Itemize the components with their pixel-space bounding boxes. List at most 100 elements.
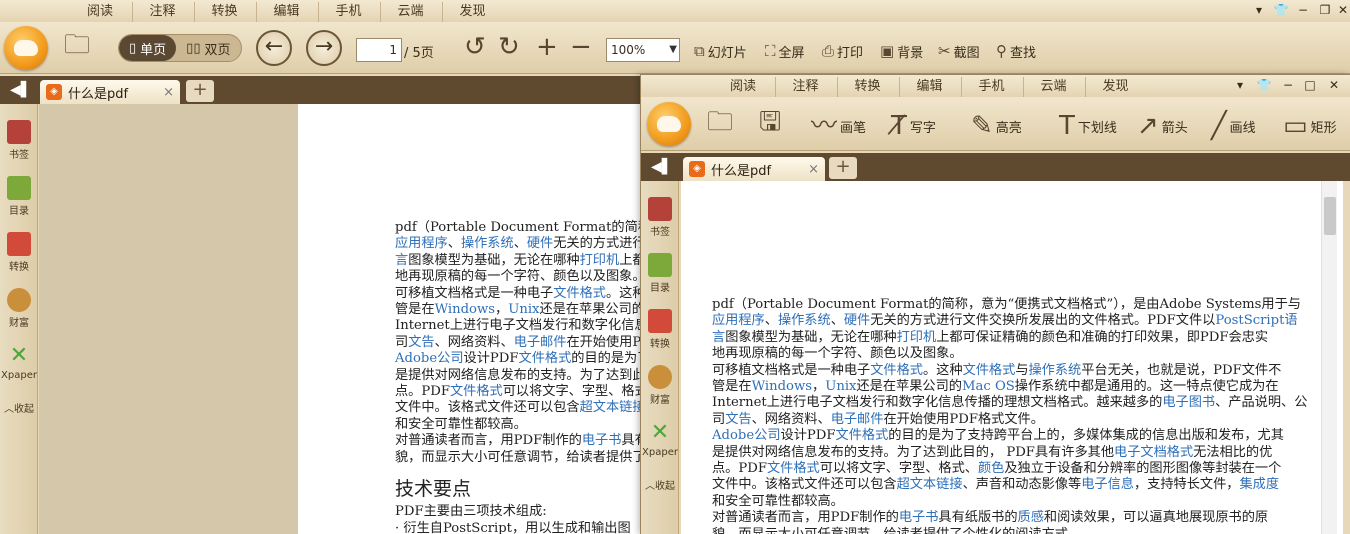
skin-icon[interactable]: 👕 — [1255, 76, 1273, 94]
hyperlink[interactable]: 操作系统 — [778, 313, 831, 328]
hyperlink[interactable]: Windows — [752, 379, 812, 394]
write-button[interactable]: T̸ 写字 — [891, 113, 936, 139]
hyperlink[interactable]: 电子文档格式 — [1114, 445, 1193, 460]
menu-mobile[interactable]: 手机 — [318, 2, 378, 22]
hyperlink[interactable]: 电子图书 — [1162, 395, 1215, 410]
hyperlink[interactable]: 文件格式 — [963, 363, 1016, 378]
sidebar-item-collapse[interactable]: ︿收起 — [0, 400, 38, 415]
arrow-button[interactable]: ↗ 箭头 — [1137, 113, 1188, 139]
sidebar-item-bookmarks[interactable]: 书签 — [641, 197, 679, 238]
menu-convert[interactable]: 转换 — [194, 2, 254, 22]
app-logo-icon[interactable] — [4, 26, 48, 70]
slideshow-button[interactable]: ⧉ 幻灯片 — [694, 42, 747, 62]
hyperlink[interactable]: 电子书 — [582, 433, 622, 448]
hyperlink[interactable]: 硬件 — [527, 236, 553, 251]
menu-read[interactable]: 阅读 — [713, 77, 773, 97]
minimize-icon[interactable]: − — [1294, 1, 1312, 19]
print-button[interactable]: ⎙ 打印 — [822, 42, 863, 62]
hyperlink[interactable]: 应用程序 — [712, 313, 765, 328]
app-logo-icon[interactable] — [647, 102, 691, 146]
sidebar-item-toc[interactable]: 目录 — [641, 253, 679, 294]
sidebar-item-wealth[interactable]: 财富 — [0, 288, 38, 329]
menu-annotate[interactable]: 注释 — [775, 77, 835, 97]
hyperlink[interactable]: Unix — [825, 379, 856, 394]
minimize-icon[interactable]: − — [1279, 76, 1297, 94]
background-button[interactable]: ▣ 背景 — [880, 42, 923, 62]
save-button[interactable]: 🖫 — [759, 109, 781, 135]
hyperlink[interactable]: Adobe公司 — [395, 351, 464, 366]
hyperlink[interactable]: 电子邮件 — [831, 412, 884, 427]
hyperlink[interactable]: 颜色 — [978, 461, 1004, 476]
hyperlink[interactable]: 文告 — [408, 335, 434, 350]
collapse-panel-icon[interactable]: ◀▌ — [10, 82, 32, 98]
hyperlink[interactable]: 质感 — [1018, 510, 1044, 525]
new-tab-button[interactable]: + — [186, 80, 214, 102]
open-folder-button[interactable]: 🗀 — [707, 109, 733, 135]
hyperlink[interactable]: 硬件 — [844, 313, 870, 328]
find-button[interactable]: ⚲ 查找 — [996, 42, 1036, 62]
hyperlink[interactable]: 打印机 — [580, 253, 620, 268]
sidebar-item-convert[interactable]: 转换 — [0, 232, 38, 273]
hyperlink[interactable]: 言 — [712, 330, 725, 345]
menu-discover[interactable]: 发现 — [442, 2, 502, 22]
rotate-left-button[interactable]: ↺ — [464, 34, 486, 60]
zoom-select[interactable]: 100% ▼ — [606, 38, 680, 62]
double-page-button[interactable]: ▯▯ 双页 — [176, 35, 240, 61]
page-number-input[interactable]: 1 — [356, 38, 402, 62]
hyperlink[interactable]: Unix — [508, 302, 539, 317]
open-folder-button[interactable]: 🗀 — [64, 32, 90, 58]
sidebar-item-bookmarks[interactable]: 书签 — [0, 120, 38, 161]
underline-button[interactable]: T 下划线 — [1059, 113, 1117, 139]
rotate-right-button[interactable]: ↻ — [498, 34, 520, 60]
fullscreen-button[interactable]: ⛶ 全屏 — [765, 42, 805, 62]
sidebar-item-xpaper[interactable]: ✕ Xpaper — [641, 421, 679, 459]
document-page[interactable]: pdf（Portable Document Format的简称，意为“便携式文档… — [681, 181, 1343, 534]
hyperlink[interactable]: 超文本链接 — [580, 400, 640, 415]
sidebar-item-toc[interactable]: 目录 — [0, 176, 38, 217]
hyperlink[interactable]: 文件格式 — [553, 286, 606, 301]
close-icon[interactable]: ✕ — [1334, 1, 1350, 19]
menu-edit[interactable]: 编辑 — [256, 2, 316, 22]
hyperlink[interactable]: 电子信息 — [1081, 477, 1134, 492]
tab-document[interactable]: ◈ 什么是pdf × — [683, 157, 825, 181]
hyperlink[interactable]: 应用程序 — [395, 236, 448, 251]
hyperlink[interactable]: 操作系统 — [461, 236, 514, 251]
hyperlink[interactable]: Windows — [435, 302, 495, 317]
collapse-panel-icon[interactable]: ◀▌ — [651, 159, 673, 175]
tab-document[interactable]: ◈ 什么是pdf × — [40, 80, 180, 104]
menu-cloud[interactable]: 云端 — [380, 2, 440, 22]
pen-button[interactable]: 〰画笔 — [811, 113, 866, 139]
line-button[interactable]: ╱ 画线 — [1211, 113, 1256, 139]
zoom-out-button[interactable]: − — [570, 34, 592, 60]
hyperlink[interactable]: 打印机 — [897, 330, 937, 345]
screenshot-button[interactable]: ✂ 截图 — [938, 42, 980, 62]
hyperlink[interactable]: 文件格式 — [836, 428, 889, 443]
menu-mobile[interactable]: 手机 — [961, 77, 1021, 97]
single-page-button[interactable]: ▯ 单页 — [119, 35, 177, 61]
hyperlink[interactable]: 操作系统 — [1029, 363, 1082, 378]
new-tab-button[interactable]: + — [829, 157, 857, 179]
hyperlink[interactable]: Mac OS — [962, 379, 1015, 394]
prev-page-button[interactable]: ← — [256, 30, 292, 66]
hyperlink[interactable]: 电子邮件 — [514, 335, 567, 350]
scrollbar-thumb[interactable] — [1324, 197, 1336, 235]
sidebar-item-convert[interactable]: 转换 — [641, 309, 679, 350]
next-page-button[interactable]: → — [306, 30, 342, 66]
close-tab-icon[interactable]: × — [808, 162, 819, 177]
hyperlink[interactable]: PostScript语 — [1215, 313, 1297, 328]
dropdown-icon[interactable]: ▾ — [1231, 76, 1249, 94]
hyperlink[interactable]: 电子书 — [899, 510, 939, 525]
menu-cloud[interactable]: 云端 — [1023, 77, 1083, 97]
hyperlink[interactable]: 集成度 — [1240, 477, 1280, 492]
maximize-icon[interactable]: □ — [1301, 76, 1319, 94]
dropdown-icon[interactable]: ▾ — [1250, 1, 1268, 19]
menu-read[interactable]: 阅读 — [70, 2, 130, 22]
hyperlink[interactable]: Adobe公司 — [712, 428, 781, 443]
hyperlink[interactable]: 文件格式 — [870, 363, 923, 378]
rect-button[interactable]: ▭ 矩形 — [1283, 113, 1337, 139]
menu-discover[interactable]: 发现 — [1085, 77, 1145, 97]
close-icon[interactable]: ✕ — [1325, 76, 1343, 94]
close-tab-icon[interactable]: × — [163, 85, 174, 100]
hyperlink[interactable]: 文件格式 — [767, 461, 820, 476]
sidebar-item-wealth[interactable]: 财富 — [641, 365, 679, 406]
